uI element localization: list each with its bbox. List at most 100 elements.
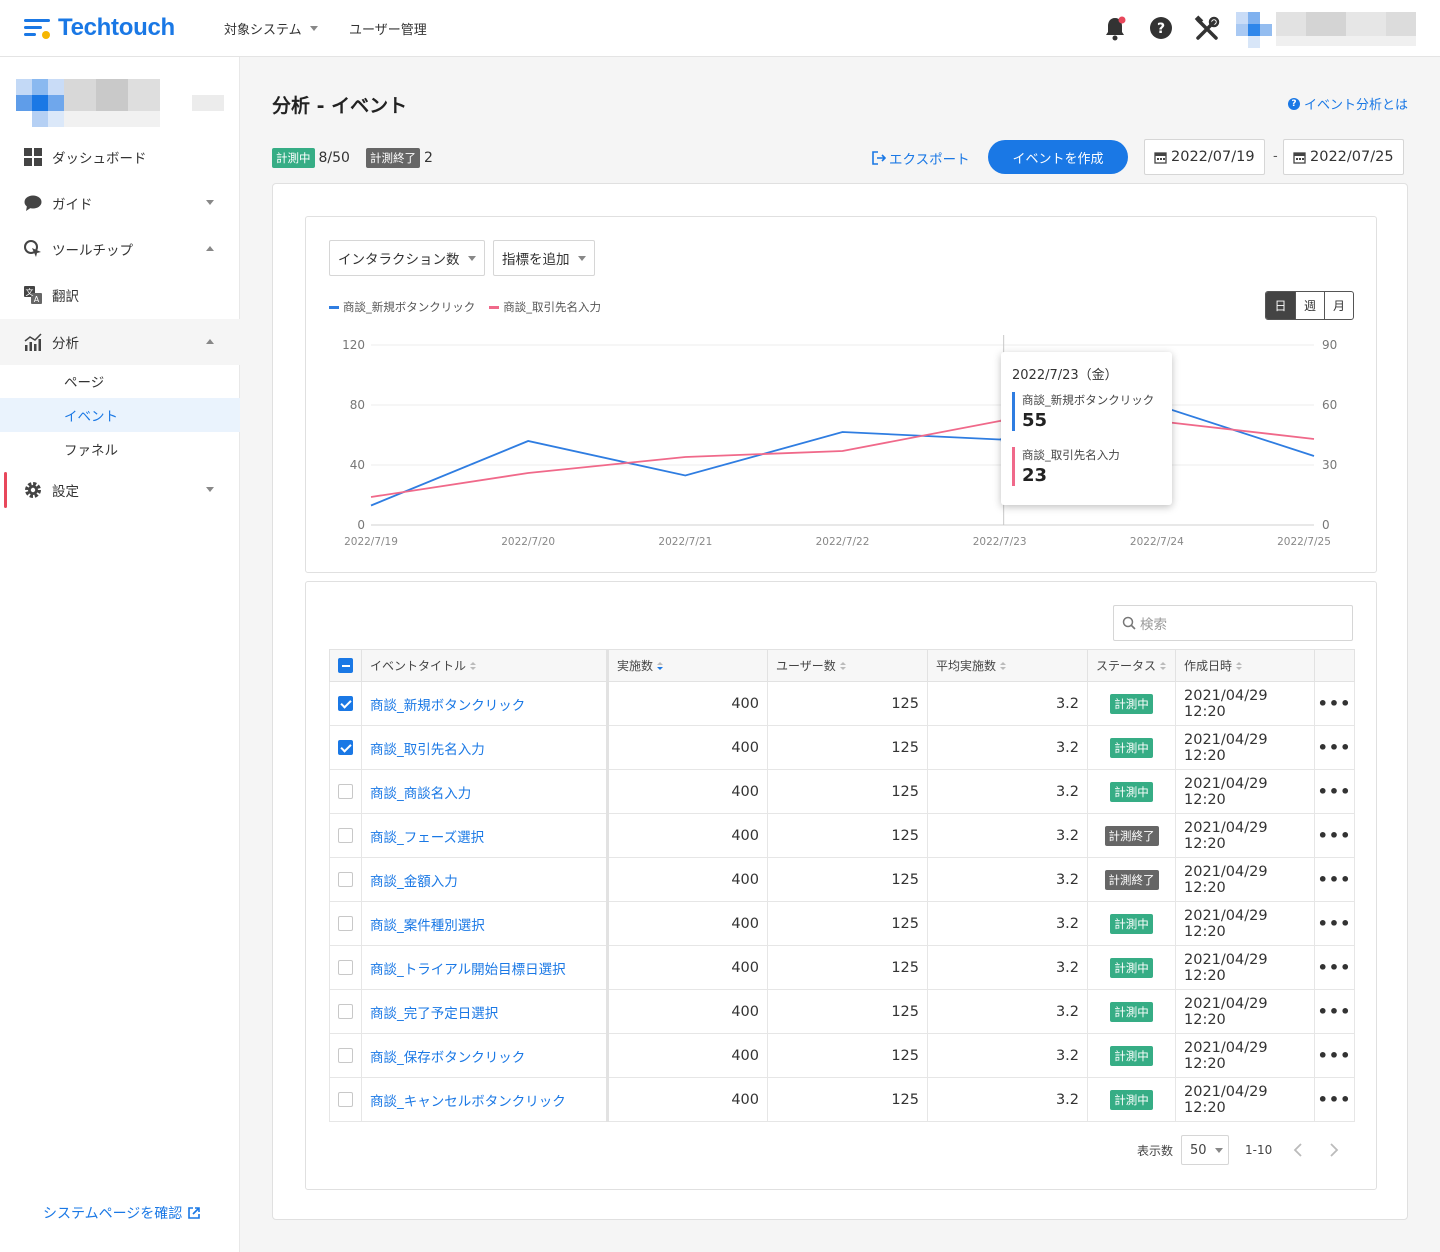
sidebar-subitem-page[interactable]: ページ bbox=[0, 364, 240, 398]
next-page-icon[interactable] bbox=[1328, 1142, 1340, 1158]
more-options-icon[interactable]: ••• bbox=[1318, 870, 1352, 889]
column-header-count[interactable]: 実施数 bbox=[606, 649, 768, 682]
table-row[interactable]: 商談_キャンセルボタンクリック 400 125 3.2 計測中 2021/04/29 12… bbox=[329, 1077, 1355, 1122]
y-right-tick-label: 0 bbox=[1322, 518, 1330, 532]
prev-page-icon[interactable] bbox=[1292, 1142, 1304, 1158]
status-cell: 計測終了 bbox=[1087, 813, 1176, 858]
more-options-icon[interactable]: ••• bbox=[1318, 1002, 1352, 1021]
chevron-up-icon bbox=[206, 246, 214, 251]
export-link[interactable]: エクスポート bbox=[872, 148, 970, 168]
table-row[interactable]: 商談_トライアル開始目標日選択 400 125 3.2 計測中 2021/04/29 12… bbox=[329, 945, 1355, 990]
table-row[interactable]: 商談_完了予定日選択 400 125 3.2 計測中 2021/04/29 12:20 ••… bbox=[329, 989, 1355, 1034]
row-actions-cell: ••• bbox=[1314, 989, 1355, 1034]
event-title-link[interactable]: 商談_キャンセルボタンクリック bbox=[361, 1077, 608, 1122]
table-row[interactable]: 商談_案件種別選択 400 125 3.2 計測中 2021/04/29 12:20 ••• bbox=[329, 901, 1355, 946]
table-row[interactable]: 商談_取引先名入力 400 125 3.2 計測中 2021/04/29 12:20 ••• bbox=[329, 725, 1355, 770]
sidebar-subitem-funnel[interactable]: ファネル bbox=[0, 432, 240, 466]
tools-icon[interactable] bbox=[1194, 14, 1220, 42]
more-options-icon[interactable]: ••• bbox=[1318, 914, 1352, 933]
event-title-link[interactable]: 商談_トライアル開始目標日選択 bbox=[361, 945, 608, 990]
more-options-icon[interactable]: ••• bbox=[1318, 694, 1352, 713]
sidebar-item-tooltip[interactable]: ツールチップ bbox=[0, 226, 240, 272]
row-checkbox[interactable] bbox=[338, 784, 353, 799]
workspace-logo[interactable] bbox=[16, 79, 226, 129]
row-checkbox[interactable] bbox=[338, 740, 353, 755]
row-checkbox[interactable] bbox=[338, 916, 353, 931]
row-actions-cell: ••• bbox=[1314, 857, 1355, 902]
period-toggle: 日 週 月 bbox=[1265, 291, 1354, 320]
sidebar-subitem-label: ファネル bbox=[64, 443, 118, 459]
row-checkbox[interactable] bbox=[338, 696, 353, 711]
row-checkbox[interactable] bbox=[338, 960, 353, 975]
legend-item-series-1[interactable]: 商談_新規ボタンクリック bbox=[329, 299, 475, 315]
event-title-link[interactable]: 商談_完了予定日選択 bbox=[361, 989, 608, 1034]
sidebar-subitem-label: イベント bbox=[64, 409, 118, 425]
sidebar-item-dashboard[interactable]: ダッシュボード bbox=[0, 134, 240, 180]
sidebar-subitem-event[interactable]: イベント bbox=[0, 398, 240, 432]
sidebar-item-settings[interactable]: 設定 bbox=[0, 467, 240, 513]
more-options-icon[interactable]: ••• bbox=[1318, 782, 1352, 801]
table-row[interactable]: 商談_新規ボタンクリック 400 125 3.2 計測中 2021/04/29 12:20… bbox=[329, 681, 1355, 726]
account-avatar[interactable] bbox=[1236, 12, 1426, 48]
event-title-link[interactable]: 商談_保存ボタンクリック bbox=[361, 1033, 608, 1078]
more-options-icon[interactable]: ••• bbox=[1318, 826, 1352, 845]
column-header-users[interactable]: ユーザー数 bbox=[767, 649, 928, 682]
period-month-button[interactable]: 月 bbox=[1324, 292, 1353, 319]
created-at: 2021/04/29 12:20 bbox=[1175, 1077, 1315, 1122]
create-event-button[interactable]: イベントを作成 bbox=[988, 140, 1128, 174]
row-checkbox[interactable] bbox=[338, 1048, 353, 1063]
period-day-button[interactable]: 日 bbox=[1266, 292, 1295, 319]
x-tick-label: 2022/7/19 bbox=[344, 536, 398, 548]
sidebar-item-translate[interactable]: 文 A 翻訳 bbox=[0, 272, 240, 318]
event-title-link[interactable]: 商談_新規ボタンクリック bbox=[361, 681, 608, 726]
event-title-link[interactable]: 商談_案件種別選択 bbox=[361, 901, 608, 946]
table-row[interactable]: 商談_フェーズ選択 400 125 3.2 計測終了 2021/04/29 12:20 ••… bbox=[329, 813, 1355, 858]
select-all-checkbox[interactable] bbox=[338, 658, 353, 673]
page-size-select[interactable]: 50 bbox=[1181, 1135, 1230, 1165]
legend-item-series-2[interactable]: 商談_取引先名入力 bbox=[489, 299, 601, 315]
system-page-link[interactable]: システムページを確認 bbox=[43, 1203, 201, 1223]
nav-target-system[interactable]: 対象システム bbox=[224, 19, 318, 38]
row-checkbox[interactable] bbox=[338, 1092, 353, 1107]
date-from-picker[interactable]: 2022/07/19 bbox=[1144, 139, 1265, 175]
row-actions-cell: ••• bbox=[1314, 945, 1355, 990]
event-title-link[interactable]: 商談_商談名入力 bbox=[361, 769, 608, 814]
more-options-icon[interactable]: ••• bbox=[1318, 738, 1352, 757]
column-header-label: 作成日時 bbox=[1184, 659, 1233, 673]
event-title-link[interactable]: 商談_フェーズ選択 bbox=[361, 813, 608, 858]
add-metric-select[interactable]: 指標を追加 bbox=[493, 240, 595, 276]
column-header-avg[interactable]: 平均実施数 bbox=[927, 649, 1088, 682]
row-checkbox[interactable] bbox=[338, 828, 353, 843]
metric-select[interactable]: インタラクション数 bbox=[329, 240, 485, 276]
techtouch-logo[interactable]: Techtouch bbox=[24, 14, 175, 42]
x-tick-label: 2022/7/21 bbox=[658, 536, 712, 548]
nav-user-management[interactable]: ユーザー管理 bbox=[349, 19, 427, 38]
more-options-icon[interactable]: ••• bbox=[1318, 958, 1352, 977]
column-header-title[interactable]: イベントタイトル bbox=[361, 649, 608, 682]
event-title-link[interactable]: 商談_取引先名入力 bbox=[361, 725, 608, 770]
search-placeholder: 検索 bbox=[1140, 617, 1167, 633]
help-icon[interactable]: ? bbox=[1148, 14, 1174, 42]
sort-icon bbox=[1160, 662, 1167, 671]
help-circle-icon: ? bbox=[1287, 97, 1300, 110]
row-checkbox[interactable] bbox=[338, 1004, 353, 1019]
table-row[interactable]: 商談_金額入力 400 125 3.2 計測終了 2021/04/29 12:20 ••• bbox=[329, 857, 1355, 902]
row-checkbox[interactable] bbox=[338, 872, 353, 887]
bell-icon[interactable] bbox=[1102, 14, 1128, 42]
column-header-status[interactable]: ステータス bbox=[1087, 649, 1176, 682]
average-count: 3.2 bbox=[927, 813, 1088, 858]
date-to-picker[interactable]: 2022/07/25 bbox=[1283, 139, 1404, 175]
sort-icon bbox=[470, 662, 477, 671]
table-row[interactable]: 商談_商談名入力 400 125 3.2 計測中 2021/04/29 12:20 ••• bbox=[329, 769, 1355, 814]
more-options-icon[interactable]: ••• bbox=[1318, 1046, 1352, 1065]
table-row[interactable]: 商談_保存ボタンクリック 400 125 3.2 計測中 2021/04/29 12:20… bbox=[329, 1033, 1355, 1078]
event-title-link[interactable]: 商談_金額入力 bbox=[361, 857, 608, 902]
period-week-button[interactable]: 週 bbox=[1295, 292, 1324, 319]
search-input[interactable]: 検索 bbox=[1113, 605, 1353, 641]
more-options-icon[interactable]: ••• bbox=[1318, 1090, 1352, 1109]
sidebar-item-guide[interactable]: ガイド bbox=[0, 180, 240, 226]
sidebar-item-analytics[interactable]: 分析 bbox=[0, 319, 240, 365]
sidebar-item-label: 翻訳 bbox=[52, 289, 79, 305]
event-analysis-help-link[interactable]: ? イベント分析とは bbox=[1287, 94, 1408, 113]
column-header-created[interactable]: 作成日時 bbox=[1175, 649, 1315, 682]
